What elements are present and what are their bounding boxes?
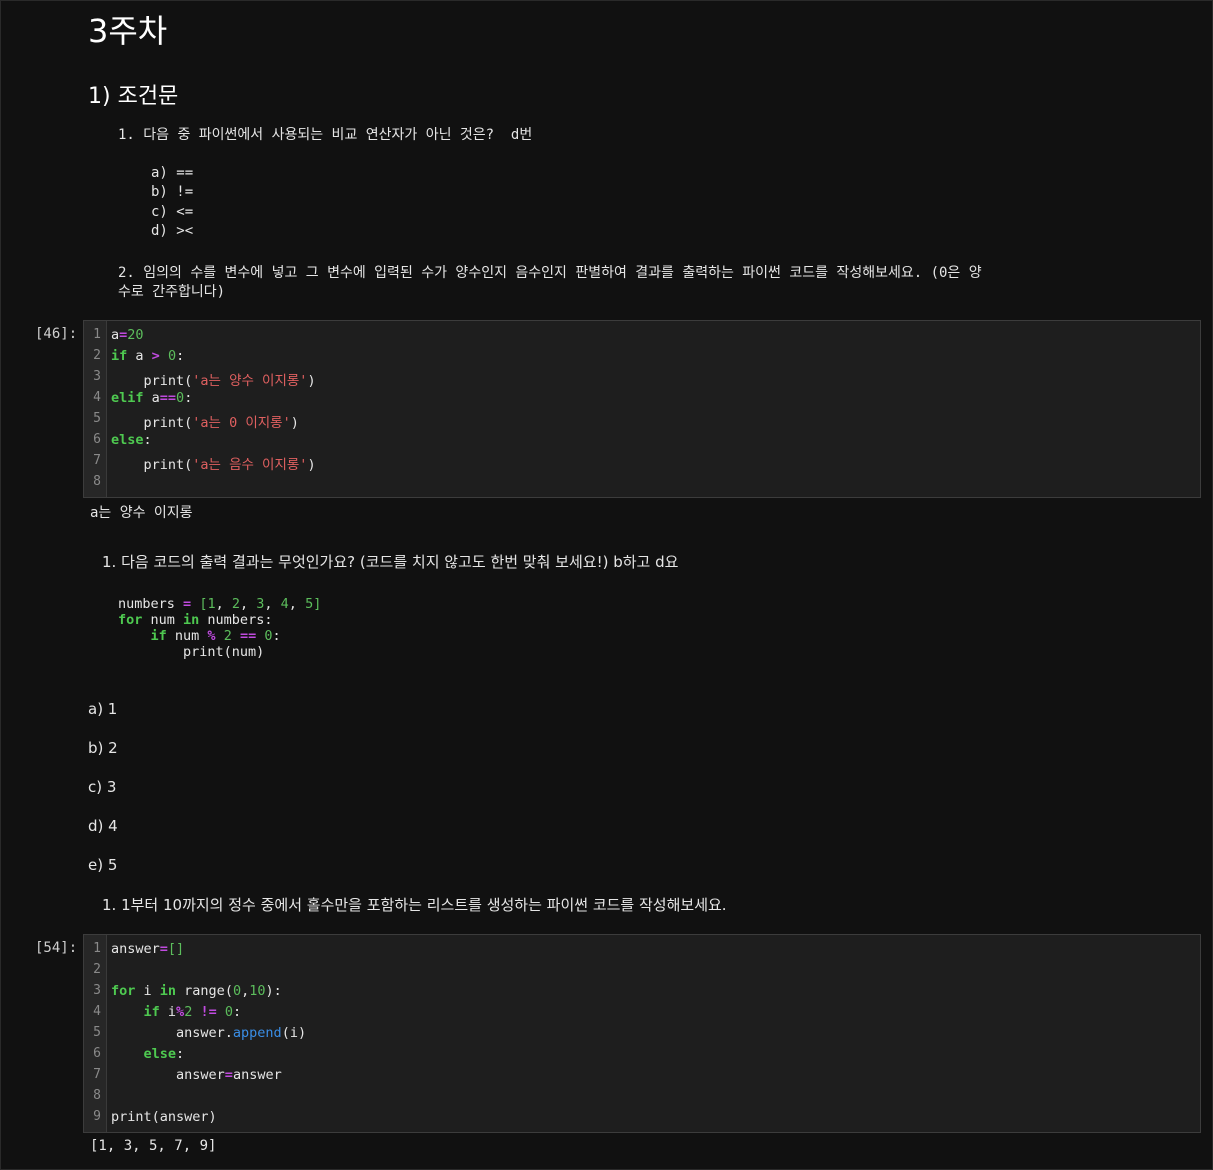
code-cell-2[interactable]: 1 2 3 4 5 6 7 8 9 answer=[] for i in ran… bbox=[83, 934, 1201, 1133]
line-number: 9 bbox=[93, 1109, 101, 1124]
code-line[interactable]: answer.append(i) bbox=[111, 1025, 306, 1041]
code-line[interactable]: elif a==0: bbox=[111, 390, 192, 406]
line-number: 5 bbox=[93, 411, 101, 426]
line-number: 7 bbox=[93, 453, 101, 468]
q3-option-b: b) 2 bbox=[88, 739, 118, 757]
line-number: 6 bbox=[93, 1046, 101, 1061]
line-number-gutter: 1 2 3 4 5 6 7 8 bbox=[84, 321, 107, 497]
question-4: 1. 1부터 10까지의 정수 중에서 홀수만을 포함하는 리스트를 생성하는 … bbox=[102, 896, 727, 914]
q1-option-a: a) == bbox=[151, 165, 194, 181]
code-line[interactable]: for i in range(0,10): bbox=[111, 983, 282, 999]
code-line[interactable]: if a > 0: bbox=[111, 348, 184, 364]
line-number: 2 bbox=[93, 962, 101, 977]
line-number: 1 bbox=[93, 327, 101, 342]
line-number: 3 bbox=[93, 983, 101, 998]
code-line[interactable]: answer=[] bbox=[111, 941, 184, 957]
code-line[interactable]: else: bbox=[111, 432, 152, 448]
line-number: 4 bbox=[93, 1004, 101, 1019]
cell-1-output: a는 양수 이지롱 bbox=[90, 505, 193, 521]
line-number: 1 bbox=[93, 941, 101, 956]
page-title: 3주차 bbox=[88, 12, 168, 50]
question-2-line2: 수로 간주합니다) bbox=[118, 284, 226, 300]
question-3: 1. 다음 코드의 출력 결과는 무엇인가요? (코드를 치지 않고도 한번 맞… bbox=[102, 553, 679, 571]
code-line[interactable]: a=20 bbox=[111, 327, 144, 343]
line-number: 8 bbox=[93, 474, 101, 489]
code-cell-1[interactable]: 1 2 3 4 5 6 7 8 a=20 if a > 0: print('a는… bbox=[83, 320, 1201, 498]
line-number: 4 bbox=[93, 390, 101, 405]
q3-option-c: c) 3 bbox=[88, 778, 117, 796]
line-number: 7 bbox=[93, 1067, 101, 1082]
code-line[interactable]: if i%2 != 0: bbox=[111, 1004, 242, 1020]
q1-option-c: c) <= bbox=[151, 204, 194, 220]
code-line[interactable]: else: bbox=[111, 1046, 185, 1062]
q3-option-e: e) 5 bbox=[88, 856, 118, 874]
section-heading: 1) 조건문 bbox=[88, 84, 179, 109]
q1-option-b: b) != bbox=[151, 184, 194, 200]
q1-option-d: d) >< bbox=[151, 223, 194, 239]
cell-2-prompt: [54]: bbox=[35, 940, 78, 956]
line-number: 5 bbox=[93, 1025, 101, 1040]
q3-option-a: a) 1 bbox=[88, 700, 118, 718]
code-line[interactable]: print('a는 양수 이지롱') bbox=[111, 369, 316, 389]
code-line[interactable]: print(answer) bbox=[111, 1109, 217, 1125]
line-number: 8 bbox=[93, 1088, 101, 1103]
line-number: 3 bbox=[93, 369, 101, 384]
code-line[interactable]: answer=answer bbox=[111, 1067, 282, 1083]
line-number: 6 bbox=[93, 432, 101, 447]
question-2-line1: 2. 임의의 수를 변수에 넣고 그 변수에 입력된 수가 양수인지 음수인지 … bbox=[118, 265, 982, 281]
code-line[interactable]: print('a는 0 이지롱') bbox=[111, 411, 299, 431]
question-1: 1. 다음 중 파이썬에서 사용되는 비교 연산자가 아닌 것은? d번 bbox=[118, 127, 533, 143]
q3-code-block: numbers = [1, 2, 3, 4, 5] for num in num… bbox=[118, 596, 322, 660]
q3-option-d: d) 4 bbox=[88, 817, 118, 835]
line-number: 2 bbox=[93, 348, 101, 363]
line-number-gutter: 1 2 3 4 5 6 7 8 9 bbox=[84, 935, 107, 1132]
cell-2-output: [1, 3, 5, 7, 9] bbox=[90, 1138, 217, 1154]
code-line[interactable]: print('a는 음수 이지롱') bbox=[111, 453, 316, 473]
cell-1-prompt: [46]: bbox=[35, 326, 78, 342]
